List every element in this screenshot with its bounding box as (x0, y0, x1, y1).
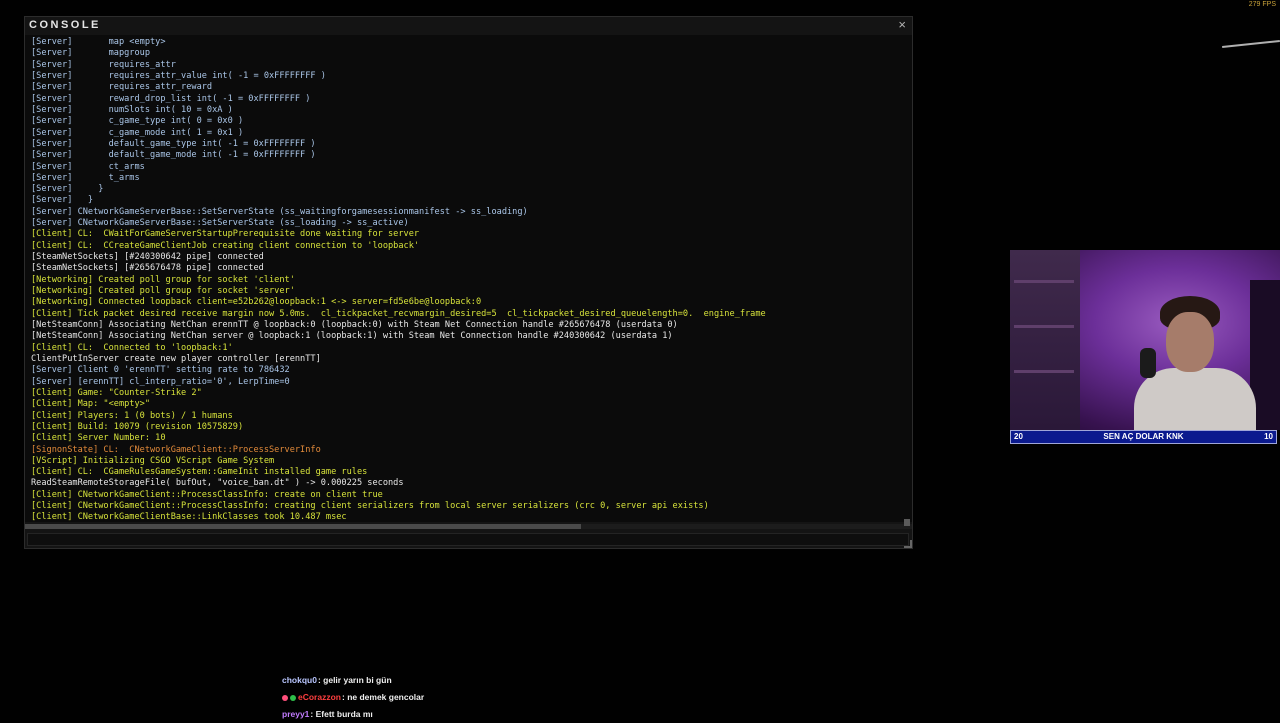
console-line: [NetSteamConn] Associating NetChan erenn… (31, 320, 678, 330)
console-line: [NetSteamConn] Associating NetChan serve… (31, 331, 673, 342)
console-line: [SteamNetSockets] [#240300642 pipe] conn… (31, 252, 264, 263)
console-line: [Client] CL: CGameRulesGameSystem::GameI… (31, 467, 368, 478)
shelf-board (1014, 325, 1074, 328)
horizontal-scrollbar[interactable] (25, 524, 912, 529)
console-line: [Server] requires_attr_value int( -1 = 0… (31, 70, 326, 81)
console-line: [Server] default_game_mode int( -1 = 0xF… (31, 150, 316, 161)
console-line: [Client] Players: 1 (0 bots) / 1 humans (31, 410, 233, 421)
fps-counter: 279 FPS (1248, 1, 1276, 8)
console-line: [Client] CL: Connected to 'loopback:1' (31, 342, 233, 353)
chat-text: gelir yarın bi gün (323, 675, 392, 685)
console-line: [Server] CNetworkGameServerBase::SetServ… (31, 206, 528, 217)
console-log[interactable]: [Server] map <empty> [Server] mapgroup [Se… (25, 35, 912, 522)
console-line: [Client] CL: CCreateGameClientJob creati… (31, 240, 420, 251)
console-line: [Server] Client 0 'erennTT' setting rate… (31, 365, 290, 376)
console-line: [Server] c_game_type int( 0 = 0x0 ) (31, 116, 244, 127)
console-line: [Server] reward_drop_list int( -1 = 0xFF… (31, 93, 311, 104)
chat-overlay: chokqu0: gelir yarın bi gün eCorazzon: ne… (282, 672, 424, 723)
chat-message: chokqu0: gelir yarın bi gün (282, 672, 424, 689)
sub-goal-bar: 20 SEN AÇ DOLAR KNK 10 (1010, 430, 1277, 444)
microphone-icon (1140, 348, 1156, 378)
console-line: [Networking] Connected loopback client=e… (31, 297, 482, 308)
console-window: CONSOLE × [Server] map <empty> [Server] m… (24, 16, 913, 549)
console-line: [Server] c_game_mode int( 1 = 0x1 ) (31, 127, 244, 138)
chat-username: eCorazzon (298, 692, 341, 702)
console-line: [Server] } (31, 184, 104, 195)
console-line: [VScript] Initializing CSGO VScript Game… (31, 455, 275, 466)
chat-text: Efett burda mı (315, 709, 373, 719)
chat-badge-icon (290, 694, 296, 701)
chat-username: preyy1 (282, 709, 310, 719)
console-line: [Server] ct_arms (31, 161, 145, 172)
console-line: [Client] Game: "Counter-Strike 2" (31, 387, 202, 398)
console-line: [Client] Server Number: 10 (31, 433, 166, 444)
console-line: [Server] t_arms (31, 172, 140, 183)
sub-goal-label: SEN AÇ DOLAR KNK (1103, 432, 1184, 441)
console-line: [Client] CNetworkGameClient::ProcessClas… (31, 489, 383, 500)
webcam-feed (1010, 250, 1280, 430)
console-line: [Networking] Created poll group for sock… (31, 286, 295, 297)
console-line: [Server] default_game_type int( -1 = 0xF… (31, 138, 316, 149)
console-title: CONSOLE (29, 19, 101, 31)
vertical-scrollbar-thumb[interactable] (904, 519, 910, 526)
console-line: [SignonState] CL: CNetworkGameClient::Pr… (31, 444, 321, 455)
console-line: [Client] CL: CWaitForGameServerStartupPr… (31, 229, 420, 240)
console-line: [Server] } (31, 195, 94, 206)
console-line: [Client] CNetworkGameClientBase::LinkCla… (31, 512, 347, 522)
streamer-face (1166, 312, 1214, 372)
console-line: ClientPutInServer create new player cont… (31, 353, 321, 364)
streamer (1130, 290, 1260, 430)
chat-badge-icon (282, 694, 288, 701)
light-streak (1222, 39, 1280, 49)
console-line: [Server] numSlots int( 10 = 0xA ) (31, 104, 233, 115)
close-icon[interactable]: × (898, 17, 906, 32)
horizontal-scrollbar-thumb[interactable] (25, 524, 581, 529)
console-line: [Server] requires_attr_reward (31, 82, 213, 93)
shelf (1010, 250, 1080, 430)
console-input[interactable] (27, 533, 909, 546)
console-line: [Server] requires_attr (31, 59, 176, 70)
console-line: [Server] CNetworkGameServerBase::SetServ… (31, 218, 409, 229)
chat-text: ne demek gencolar (347, 692, 425, 702)
console-line: [Client] Map: "<empty>" (31, 399, 150, 410)
console-line: [Server] [erennTT] cl_interp_ratio='0', … (31, 376, 290, 387)
shelf-board (1014, 280, 1074, 283)
console-line: [Client] CNetworkGameClient::ProcessClas… (31, 501, 709, 512)
console-line: [Client] Tick packet desired receive mar… (31, 308, 766, 319)
chat-username: chokqu0 (282, 675, 317, 685)
console-line: [Server] mapgroup (31, 48, 150, 59)
shelf-board (1014, 370, 1074, 373)
console-line: [SteamNetSockets] [#265676478 pipe] conn… (31, 263, 264, 274)
console-line: [Client] Build: 10079 (revision 10575829… (31, 421, 244, 432)
chat-message: eCorazzon: ne demek gencolar (282, 689, 424, 706)
chat-message: preyy1: Efett burda mı (282, 706, 424, 723)
console-line: [Networking] Created poll group for sock… (31, 274, 295, 285)
resize-handle[interactable] (904, 540, 912, 548)
sub-goal-target: 10 (1264, 432, 1273, 441)
console-line: [Server] map <empty> (31, 37, 166, 47)
console-line: ReadSteamRemoteStorageFile( bufOut, "voi… (31, 478, 404, 489)
